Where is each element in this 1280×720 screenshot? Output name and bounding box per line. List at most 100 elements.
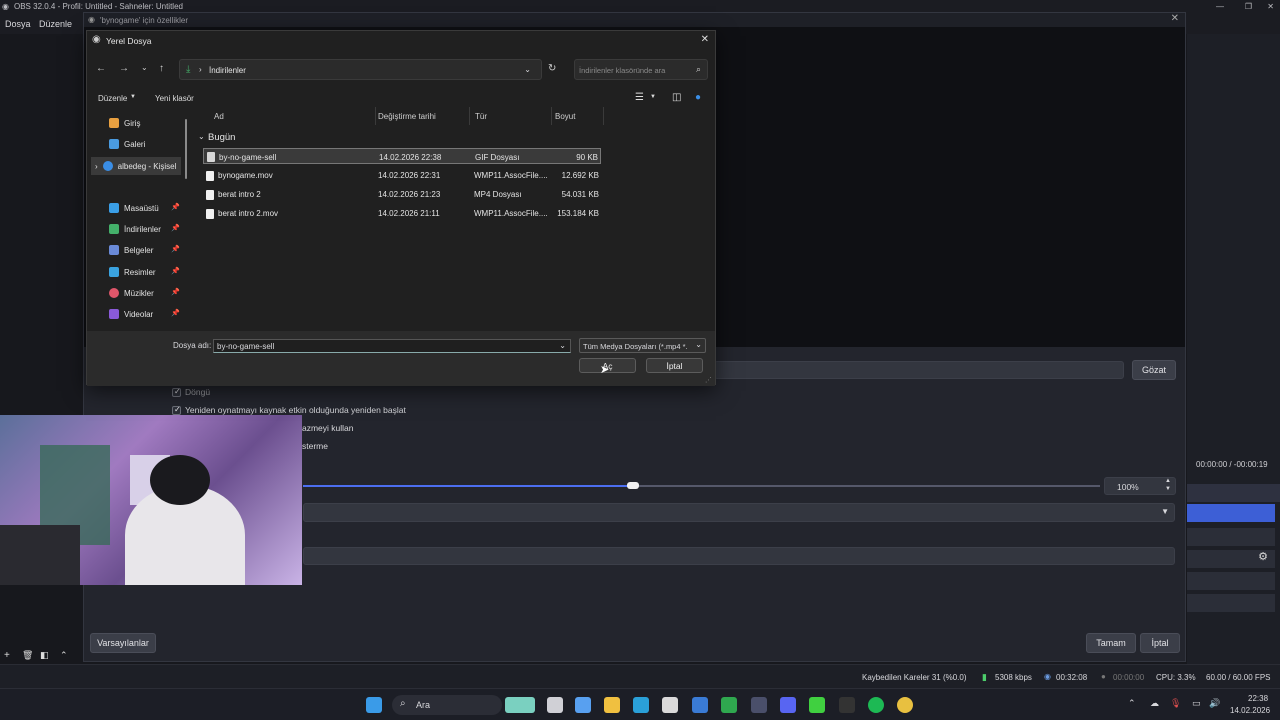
clock-time[interactable]: 22:38 [1248, 694, 1268, 703]
spin-up-icon[interactable]: ▲ [1165, 478, 1171, 484]
sidebar-item-downloads[interactable]: İndirilenler [109, 220, 201, 238]
obs-taskbar-icon[interactable] [839, 697, 855, 713]
video-file-icon [206, 209, 214, 219]
trash-icon[interactable]: 🗑 [22, 650, 33, 661]
chevron-down-icon[interactable]: ⌄ [141, 63, 148, 72]
new-folder-button[interactable]: Yeni klasör [155, 94, 194, 103]
add-icon[interactable]: + [4, 650, 10, 661]
resize-grip-icon[interactable]: ⋰ [705, 376, 712, 384]
chevron-up-icon[interactable]: ⌃ [1128, 698, 1136, 709]
column-type[interactable]: Tür [475, 112, 487, 121]
chevron-down-icon[interactable]: ⌄ [559, 341, 566, 350]
browse-button[interactable]: Gözat [1132, 360, 1176, 380]
speaker-icon[interactable]: 🔊 [1209, 698, 1220, 709]
column-size[interactable]: Boyut [555, 112, 575, 121]
chevron-down-icon[interactable]: ▼ [130, 94, 136, 100]
checkbox-box[interactable] [172, 387, 181, 397]
checkbox-box[interactable] [172, 405, 181, 415]
close-icon[interactable]: ✕ [1171, 13, 1179, 24]
close-icon[interactable]: ✕ [1267, 2, 1274, 11]
copilot-icon[interactable] [575, 697, 591, 713]
file-row[interactable]: berat intro 2.mov 14.02.2026 21:11 WMP11… [203, 205, 601, 221]
sidebar-item-gallery[interactable]: Galeri [109, 135, 201, 153]
gear-icon[interactable]: ⚙ [1253, 550, 1273, 568]
taskbar-search[interactable]: ⌕ Ara [392, 695, 502, 715]
dock-item[interactable] [1187, 528, 1275, 546]
sidebar-item-desktop[interactable]: Masaüstü [109, 199, 201, 217]
defaults-button[interactable]: Varsayılanlar [90, 633, 156, 653]
sidebar-item-pictures[interactable]: Resimler [109, 263, 201, 281]
text-field[interactable] [303, 547, 1175, 565]
mic-icon[interactable]: 🎙 [1170, 698, 1181, 709]
file-explorer-icon[interactable] [604, 697, 620, 713]
search-box[interactable]: İndirilenler klasöründe ara ⌕ [574, 59, 708, 80]
task-view-icon[interactable] [547, 697, 563, 713]
network-tray-icon[interactable]: ☁ [1150, 698, 1159, 709]
local-file-path-field[interactable] [714, 361, 1124, 379]
up-arrow-icon[interactable]: ↑ [159, 63, 164, 74]
file-modified: 14.02.2026 21:23 [378, 190, 441, 199]
pin-icon: 📌 [171, 268, 180, 275]
sidebar-item-videos[interactable]: Videolar [109, 305, 201, 323]
sidebar-item-documents[interactable]: Belgeler [109, 241, 201, 259]
dock-item[interactable] [1187, 594, 1275, 612]
maximize-icon[interactable]: ❐ [1245, 2, 1252, 11]
close-icon[interactable]: ✕ [701, 34, 709, 45]
speed-slider-handle[interactable] [627, 482, 639, 489]
refresh-icon[interactable]: ↻ [548, 63, 556, 74]
loop-checkbox[interactable]: Döngü [172, 387, 210, 397]
cancel-button[interactable]: İptal [1140, 633, 1180, 653]
dock-selected-item[interactable] [1187, 504, 1275, 522]
search-highlight-icon[interactable] [505, 697, 535, 713]
minimize-icon[interactable]: — [1216, 2, 1224, 11]
filetype-select[interactable]: Tüm Medya Dosyaları (*.mp4 *. ⌄ [579, 338, 706, 353]
column-modified[interactable]: Değiştirme tarihi [378, 112, 436, 121]
speed-spinbox[interactable]: 100% ▲ ▼ [1104, 477, 1176, 495]
cancel-button[interactable]: İptal [646, 358, 703, 373]
file-row[interactable]: by-no-game-sell 14.02.2026 22:38 GIF Dos… [203, 148, 601, 164]
edge-icon[interactable] [633, 697, 649, 713]
back-arrow-icon[interactable]: ← [96, 63, 106, 74]
dropdown-field[interactable]: ▼ [303, 503, 1175, 522]
store-icon[interactable] [662, 697, 678, 713]
view-list-icon[interactable]: ☰ [635, 92, 644, 103]
clock-date[interactable]: 14.02.2026 [1230, 706, 1270, 715]
chevron-down-icon[interactable]: ▼ [650, 94, 656, 100]
windows-start-icon[interactable] [366, 697, 382, 713]
chevron-down-icon[interactable]: ⌄ [524, 65, 531, 74]
sidebar-item-music[interactable]: Müzikler [109, 284, 201, 302]
file-row[interactable]: berat intro 2 14.02.2026 21:23 MP4 Dosya… [203, 186, 601, 202]
sidebar-item-home[interactable]: Giriş [109, 114, 201, 132]
organize-menu[interactable]: Düzenle [98, 94, 127, 103]
ok-button[interactable]: Tamam [1086, 633, 1136, 653]
xbox-icon[interactable] [721, 697, 737, 713]
mail-icon[interactable] [692, 697, 708, 713]
dock-item[interactable] [1187, 572, 1275, 590]
restart-checkbox[interactable]: Yeniden oynatmayı kaynak etkin olduğunda… [172, 405, 406, 415]
discord-icon[interactable] [780, 697, 796, 713]
speed-slider-track[interactable] [303, 485, 1100, 487]
sidebar-scrollbar[interactable] [185, 119, 187, 179]
chrome-icon[interactable] [897, 697, 913, 713]
file-row[interactable]: bynogame.mov 14.02.2026 22:31 WMP11.Asso… [203, 167, 601, 183]
game-icon[interactable] [751, 697, 767, 713]
filter-icon[interactable]: ◧ [40, 650, 49, 661]
column-name[interactable]: Ad [214, 112, 224, 121]
chevron-down-icon[interactable]: ⌄ [198, 132, 205, 141]
help-icon[interactable]: ● [695, 92, 701, 103]
preview-pane-icon[interactable]: ◫ [672, 92, 681, 103]
sidebar-item-onedrive[interactable]: › albedeg - Kişisel [91, 157, 181, 175]
menu-edit[interactable]: Düzenle [39, 19, 72, 29]
group-header[interactable]: Bugün [208, 132, 235, 143]
spotify-icon[interactable] [868, 697, 884, 713]
kick-icon[interactable] [809, 697, 825, 713]
filename-input[interactable]: by-no-game-sell ⌄ [213, 339, 571, 353]
chevron-right-icon[interactable]: › [95, 162, 98, 171]
forward-arrow-icon[interactable]: → [119, 63, 129, 74]
menu-file[interactable]: Dosya [5, 19, 31, 29]
display-icon[interactable]: ▭ [1192, 698, 1201, 709]
chevron-up-icon[interactable]: ⌃ [60, 650, 68, 661]
address-path: İndirilenler [209, 66, 246, 75]
spin-down-icon[interactable]: ▼ [1165, 486, 1171, 492]
address-bar[interactable]: ⤓ › İndirilenler ⌄ [179, 59, 542, 80]
